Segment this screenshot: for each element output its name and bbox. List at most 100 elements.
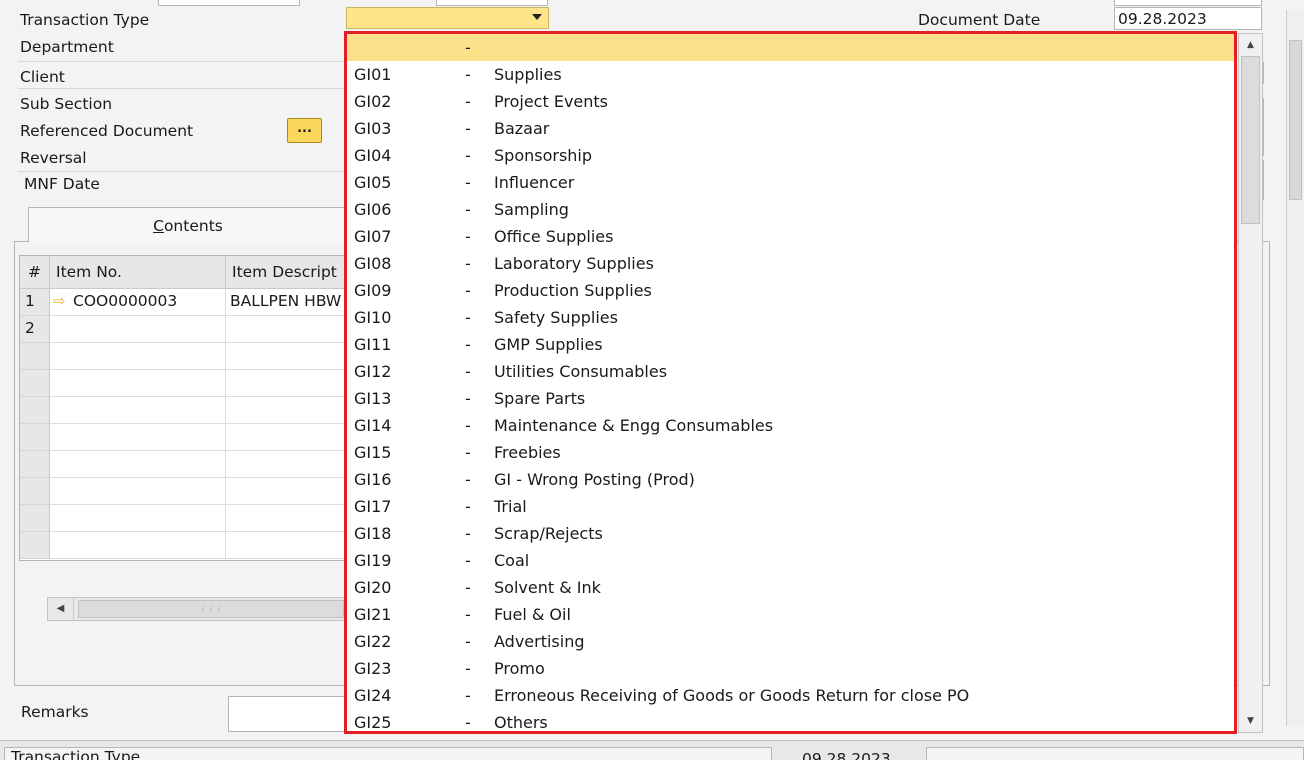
item-description-cell[interactable] <box>226 370 350 397</box>
dropdown-option[interactable]: GI23 - Promo <box>347 655 1234 682</box>
option-desc: Production Supplies <box>494 281 652 300</box>
dropdown-option[interactable]: GI15 - Freebies <box>347 439 1234 466</box>
dropdown-option[interactable]: GI16 - GI - Wrong Posting (Prod) <box>347 466 1234 493</box>
dropdown-option[interactable]: GI06 - Sampling <box>347 196 1234 223</box>
item-no-cell[interactable] <box>50 397 226 424</box>
item-description-cell[interactable] <box>226 451 350 478</box>
option-code: GI06 <box>354 200 392 219</box>
column-header-item-description[interactable]: Item Descript <box>226 256 350 289</box>
status-date: 09.28.2023 <box>802 750 891 760</box>
document-date-field[interactable]: 09.28.2023 <box>1114 7 1262 30</box>
scroll-up-icon[interactable]: ▲ <box>1239 34 1262 56</box>
item-description-cell[interactable] <box>226 478 350 505</box>
scroll-left-icon[interactable]: ◀ <box>48 598 74 620</box>
row-number[interactable] <box>20 343 50 370</box>
tab-contents[interactable]: Contents <box>28 207 348 242</box>
dropdown-option[interactable]: GI02 - Project Events <box>347 88 1234 115</box>
dropdown-option[interactable]: GI03 - Bazaar <box>347 115 1234 142</box>
dropdown-option[interactable]: GI08 - Laboratory Supplies <box>347 250 1234 277</box>
row-number[interactable] <box>20 505 50 532</box>
status-field-name: Transaction Type <box>4 747 772 760</box>
status-bar: Transaction Type 09.28.2023 <box>0 740 1304 760</box>
item-description-cell[interactable] <box>226 505 350 532</box>
scrollbar-thumb[interactable]: ⋮⋮⋮ <box>78 600 344 618</box>
dropdown-option[interactable]: GI18 - Scrap/Rejects <box>347 520 1234 547</box>
dropdown-option[interactable]: GI12 - Utilities Consumables <box>347 358 1234 385</box>
dropdown-option[interactable]: GI13 - Spare Parts <box>347 385 1234 412</box>
dropdown-option[interactable]: GI11 - GMP Supplies <box>347 331 1234 358</box>
dropdown-option[interactable]: GI04 - Sponsorship <box>347 142 1234 169</box>
dropdown-option[interactable]: GI25 - Others <box>347 709 1234 731</box>
row-number[interactable] <box>20 397 50 424</box>
posting-date-field-cut[interactable] <box>1114 0 1262 6</box>
series-field-cut[interactable] <box>436 0 548 6</box>
row-number[interactable]: 2 <box>20 316 50 343</box>
referenced-document-button[interactable]: ... <box>287 118 322 143</box>
dropdown-option[interactable]: GI19 - Coal <box>347 547 1234 574</box>
dropdown-option[interactable]: GI01 - Supplies <box>347 61 1234 88</box>
row-number[interactable]: 1 <box>20 289 50 316</box>
item-description-cell[interactable] <box>226 397 350 424</box>
item-description-cell[interactable] <box>226 343 350 370</box>
dropdown-option[interactable]: GI24 - Erroneous Receiving of Goods or Goo… <box>347 682 1234 709</box>
dropdown-option[interactable]: GI21 - Fuel & Oil <box>347 601 1234 628</box>
column-header-item-no[interactable]: Item No. <box>50 256 226 289</box>
item-description-cell[interactable] <box>226 316 350 343</box>
scrollbar-thumb[interactable] <box>1289 40 1302 200</box>
option-desc: Solvent & Ink <box>494 578 601 597</box>
item-description-cell[interactable] <box>226 532 350 559</box>
tab-contents-mnemonic: C <box>153 217 164 235</box>
option-dash: - <box>465 254 471 273</box>
option-desc: Trial <box>494 497 527 516</box>
number-field-cut[interactable] <box>158 0 300 6</box>
row-number[interactable] <box>20 478 50 505</box>
item-description-cell[interactable] <box>226 424 350 451</box>
item-no-cell[interactable] <box>50 370 226 397</box>
document-date-value: 09.28.2023 <box>1118 10 1207 28</box>
dropdown-vertical-scrollbar[interactable]: ▲ ▼ <box>1238 33 1263 733</box>
item-no-cell[interactable] <box>50 505 226 532</box>
row-number[interactable] <box>20 532 50 559</box>
chevron-down-icon[interactable] <box>532 14 542 20</box>
column-header-number[interactable]: # <box>20 256 50 289</box>
item-no-cell[interactable] <box>50 343 226 370</box>
dropdown-option[interactable]: GI14 - Maintenance & Engg Consumables <box>347 412 1234 439</box>
option-code: GI11 <box>354 335 392 354</box>
option-desc: Safety Supplies <box>494 308 618 327</box>
row-number[interactable] <box>20 424 50 451</box>
dropdown-option[interactable]: - <box>347 34 1234 61</box>
scroll-down-icon[interactable]: ▼ <box>1239 710 1262 732</box>
dropdown-option[interactable]: GI09 - Production Supplies <box>347 277 1234 304</box>
option-code: GI03 <box>354 119 392 138</box>
item-no-cell[interactable]: ⇨ COO0000003 <box>50 289 226 316</box>
option-dash: - <box>465 632 471 651</box>
item-no-cell[interactable] <box>50 424 226 451</box>
item-no-cell[interactable] <box>50 451 226 478</box>
item-no-cell[interactable] <box>50 532 226 559</box>
dropdown-option[interactable]: GI17 - Trial <box>347 493 1234 520</box>
row-number[interactable] <box>20 451 50 478</box>
dropdown-option[interactable]: GI22 - Advertising <box>347 628 1234 655</box>
dropdown-option[interactable]: GI07 - Office Supplies <box>347 223 1234 250</box>
dropdown-option[interactable]: GI20 - Solvent & Ink <box>347 574 1234 601</box>
item-description-cell[interactable]: BALLPEN HBW <box>226 289 350 316</box>
row-number[interactable] <box>20 370 50 397</box>
divider <box>18 171 344 172</box>
items-grid: # Item No. Item Descript 1 ⇨ COO0000003 BAL… <box>19 255 350 561</box>
option-desc: Fuel & Oil <box>494 605 571 624</box>
item-no-cell[interactable] <box>50 316 226 343</box>
horizontal-scrollbar[interactable]: ◀ ⋮⋮⋮ <box>47 597 347 621</box>
scrollbar-thumb[interactable] <box>1241 56 1260 224</box>
transaction-type-select[interactable] <box>346 7 549 29</box>
dropdown-option[interactable]: GI05 - Influencer <box>347 169 1234 196</box>
item-no-cell[interactable] <box>50 478 226 505</box>
option-code: GI02 <box>354 92 392 111</box>
remarks-field[interactable] <box>228 696 350 732</box>
document-date-label: Document Date <box>918 11 1041 29</box>
option-code: GI08 <box>354 254 392 273</box>
option-code: GI15 <box>354 443 392 462</box>
option-code: GI22 <box>354 632 392 651</box>
window-vertical-scrollbar[interactable] <box>1286 10 1304 726</box>
option-code: GI25 <box>354 713 392 731</box>
dropdown-option[interactable]: GI10 - Safety Supplies <box>347 304 1234 331</box>
